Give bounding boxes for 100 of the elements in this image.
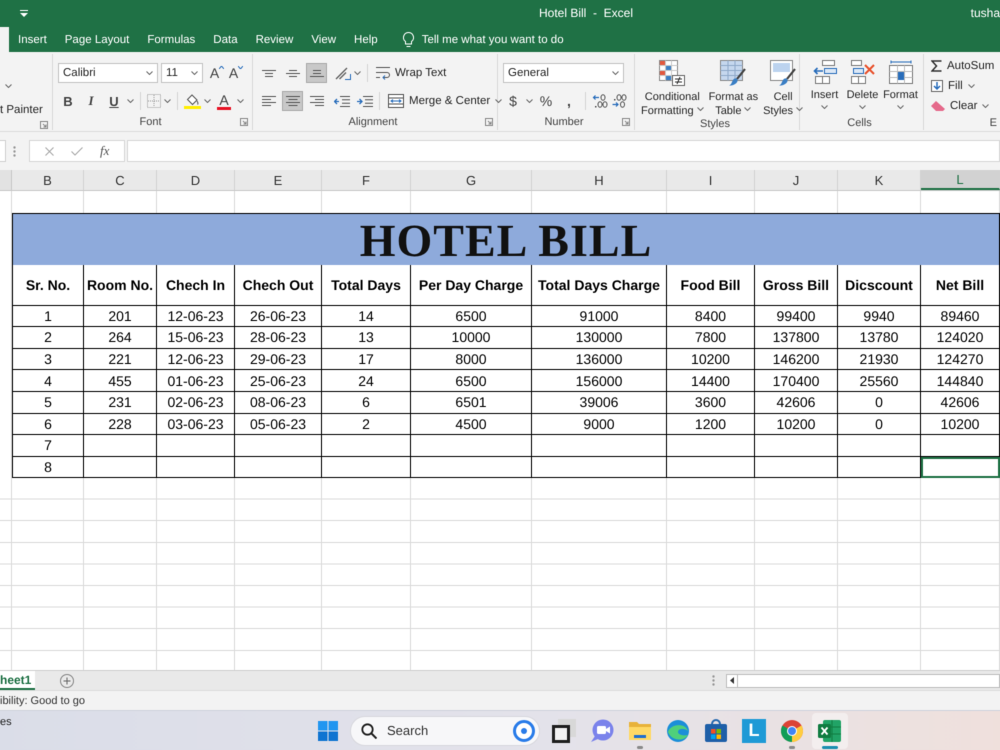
dropdown-icon[interactable] xyxy=(20,10,28,16)
percent-button[interactable]: % xyxy=(536,91,556,111)
table-cell: 6501 xyxy=(411,392,532,414)
ribbon-tab[interactable]: Data xyxy=(204,27,247,52)
indent-increase-icon[interactable] xyxy=(357,96,373,106)
widget-label[interactable]: es xyxy=(0,711,40,750)
column-header[interactable]: J xyxy=(755,170,838,190)
grow-font-button[interactable]: A xyxy=(209,63,225,83)
caret-down-icon[interactable] xyxy=(526,99,533,103)
column-header[interactable]: F xyxy=(322,170,411,190)
column-heading: Chech Out xyxy=(235,264,322,306)
column-header[interactable]: H xyxy=(532,170,667,190)
ribbon-tab[interactable]: Page Layout xyxy=(56,27,138,52)
caret-down-icon[interactable] xyxy=(5,84,12,88)
paint-bucket-icon[interactable] xyxy=(184,93,201,109)
cell-styles-button[interactable]: Cell Styles xyxy=(761,60,806,118)
font-name-box[interactable]: Calibri xyxy=(58,63,158,83)
column-header[interactable]: L xyxy=(921,170,1000,190)
caret-down-icon[interactable] xyxy=(796,107,804,111)
ribbon-tab[interactable]: Help xyxy=(345,27,387,52)
caret-down-icon[interactable] xyxy=(164,99,171,103)
indent-decrease-icon[interactable] xyxy=(334,96,350,106)
column-header[interactable]: G xyxy=(411,170,532,190)
table-cell: 26-06-23 xyxy=(235,306,322,328)
column-header[interactable]: E xyxy=(235,170,322,190)
dialog-launcher-icon[interactable] xyxy=(40,121,48,129)
table-cell: 8 xyxy=(12,456,84,478)
table-brush-icon xyxy=(720,60,746,86)
comma-style-button[interactable]: , xyxy=(559,91,579,111)
eraser-icon xyxy=(931,101,945,111)
wrap-text-button[interactable]: Wrap Text xyxy=(374,63,448,83)
ribbon-tab[interactable]: View xyxy=(302,27,346,52)
bold-button[interactable]: B xyxy=(58,91,78,111)
align-bottom-button[interactable] xyxy=(306,63,327,83)
font-color-button[interactable]: A xyxy=(214,91,234,111)
dialog-launcher-icon[interactable] xyxy=(485,118,493,126)
format-as-table-button[interactable]: Format as Table xyxy=(706,60,760,118)
wrap-lines-icon xyxy=(376,66,390,80)
caret-down-icon[interactable] xyxy=(495,99,502,103)
column-header[interactable]: C xyxy=(84,170,157,190)
text-angle-icon[interactable] xyxy=(335,66,351,80)
tell-me-field[interactable]: Tell me what you want to do xyxy=(422,34,597,46)
caret-down-icon[interactable] xyxy=(744,107,752,111)
video-chat-icon xyxy=(590,718,614,742)
format-cells-button[interactable]: Format xyxy=(882,60,919,116)
decrease-decimal-icon[interactable] xyxy=(611,94,627,108)
dialog-launcher-icon[interactable] xyxy=(622,118,630,126)
formula-input[interactable] xyxy=(127,140,1000,162)
number-format-box[interactable]: General xyxy=(503,63,624,83)
lightbulb-icon[interactable] xyxy=(402,32,414,47)
caret-down-icon[interactable] xyxy=(146,71,153,75)
column-header[interactable]: D xyxy=(157,170,235,190)
table-cell: 130000 xyxy=(532,327,667,349)
horizontal-scrollbar[interactable] xyxy=(738,674,1000,688)
scroll-left-button[interactable] xyxy=(726,674,738,688)
font-size-box[interactable]: 11 xyxy=(161,63,203,83)
caret-down-icon[interactable] xyxy=(354,71,361,75)
ring-icon[interactable] xyxy=(513,720,535,742)
caret-down-icon[interactable] xyxy=(204,99,211,103)
caret-down-icon[interactable] xyxy=(859,105,866,109)
borders-icon[interactable] xyxy=(147,94,161,108)
increase-decimal-icon[interactable] xyxy=(592,94,608,108)
search-field[interactable]: Search xyxy=(350,716,540,746)
clear-button[interactable]: Clear xyxy=(931,96,990,116)
align-center-button[interactable] xyxy=(282,91,303,111)
ribbon-tab[interactable]: Formulas xyxy=(138,27,204,52)
currency-button[interactable]: $ xyxy=(503,91,523,111)
grip-dots-icon[interactable] xyxy=(13,146,16,156)
sheet-tab[interactable]: heet1 xyxy=(0,671,36,690)
caret-down-icon[interactable] xyxy=(191,71,198,75)
dialog-launcher-icon[interactable] xyxy=(240,118,248,126)
underline-button[interactable]: U xyxy=(104,91,124,111)
autosum-button[interactable]: AutoSum xyxy=(931,56,994,76)
caret-down-icon[interactable] xyxy=(237,99,244,103)
group-label: Font xyxy=(139,116,162,128)
caret-down-icon[interactable] xyxy=(968,84,975,88)
grip-dots-icon[interactable] xyxy=(712,675,715,686)
ribbon-tab[interactable]: Review xyxy=(246,27,302,52)
format-painter-button[interactable]: t Painter xyxy=(0,100,43,120)
caret-down-icon[interactable] xyxy=(982,104,990,108)
caret-down-icon[interactable] xyxy=(821,105,828,109)
shrink-font-button[interactable]: A xyxy=(228,63,244,83)
ribbon-tab[interactable]: Insert xyxy=(9,27,56,52)
plus-circle-icon[interactable] xyxy=(60,674,74,688)
insert-function-button[interactable]: fx xyxy=(100,142,110,160)
table-cell: 156000 xyxy=(532,370,667,392)
check-icon[interactable] xyxy=(70,146,83,156)
merge-center-button[interactable]: Merge & Center xyxy=(386,91,492,111)
caret-down-icon[interactable] xyxy=(127,99,134,103)
caret-down-icon[interactable] xyxy=(612,71,619,75)
conditional-formatting-button[interactable]: Conditional Formatting xyxy=(639,60,706,118)
column-header[interactable]: I xyxy=(667,170,755,190)
caret-down-icon[interactable] xyxy=(897,105,904,109)
italic-button[interactable]: I xyxy=(81,91,101,111)
delete-cells-button[interactable]: Delete xyxy=(844,60,881,116)
caret-down-icon[interactable] xyxy=(696,107,704,111)
table-cell: 136000 xyxy=(532,348,667,370)
column-header[interactable]: B xyxy=(12,170,84,190)
insert-cells-button[interactable]: Insert xyxy=(806,60,843,116)
fill-button[interactable]: Fill xyxy=(931,76,975,96)
